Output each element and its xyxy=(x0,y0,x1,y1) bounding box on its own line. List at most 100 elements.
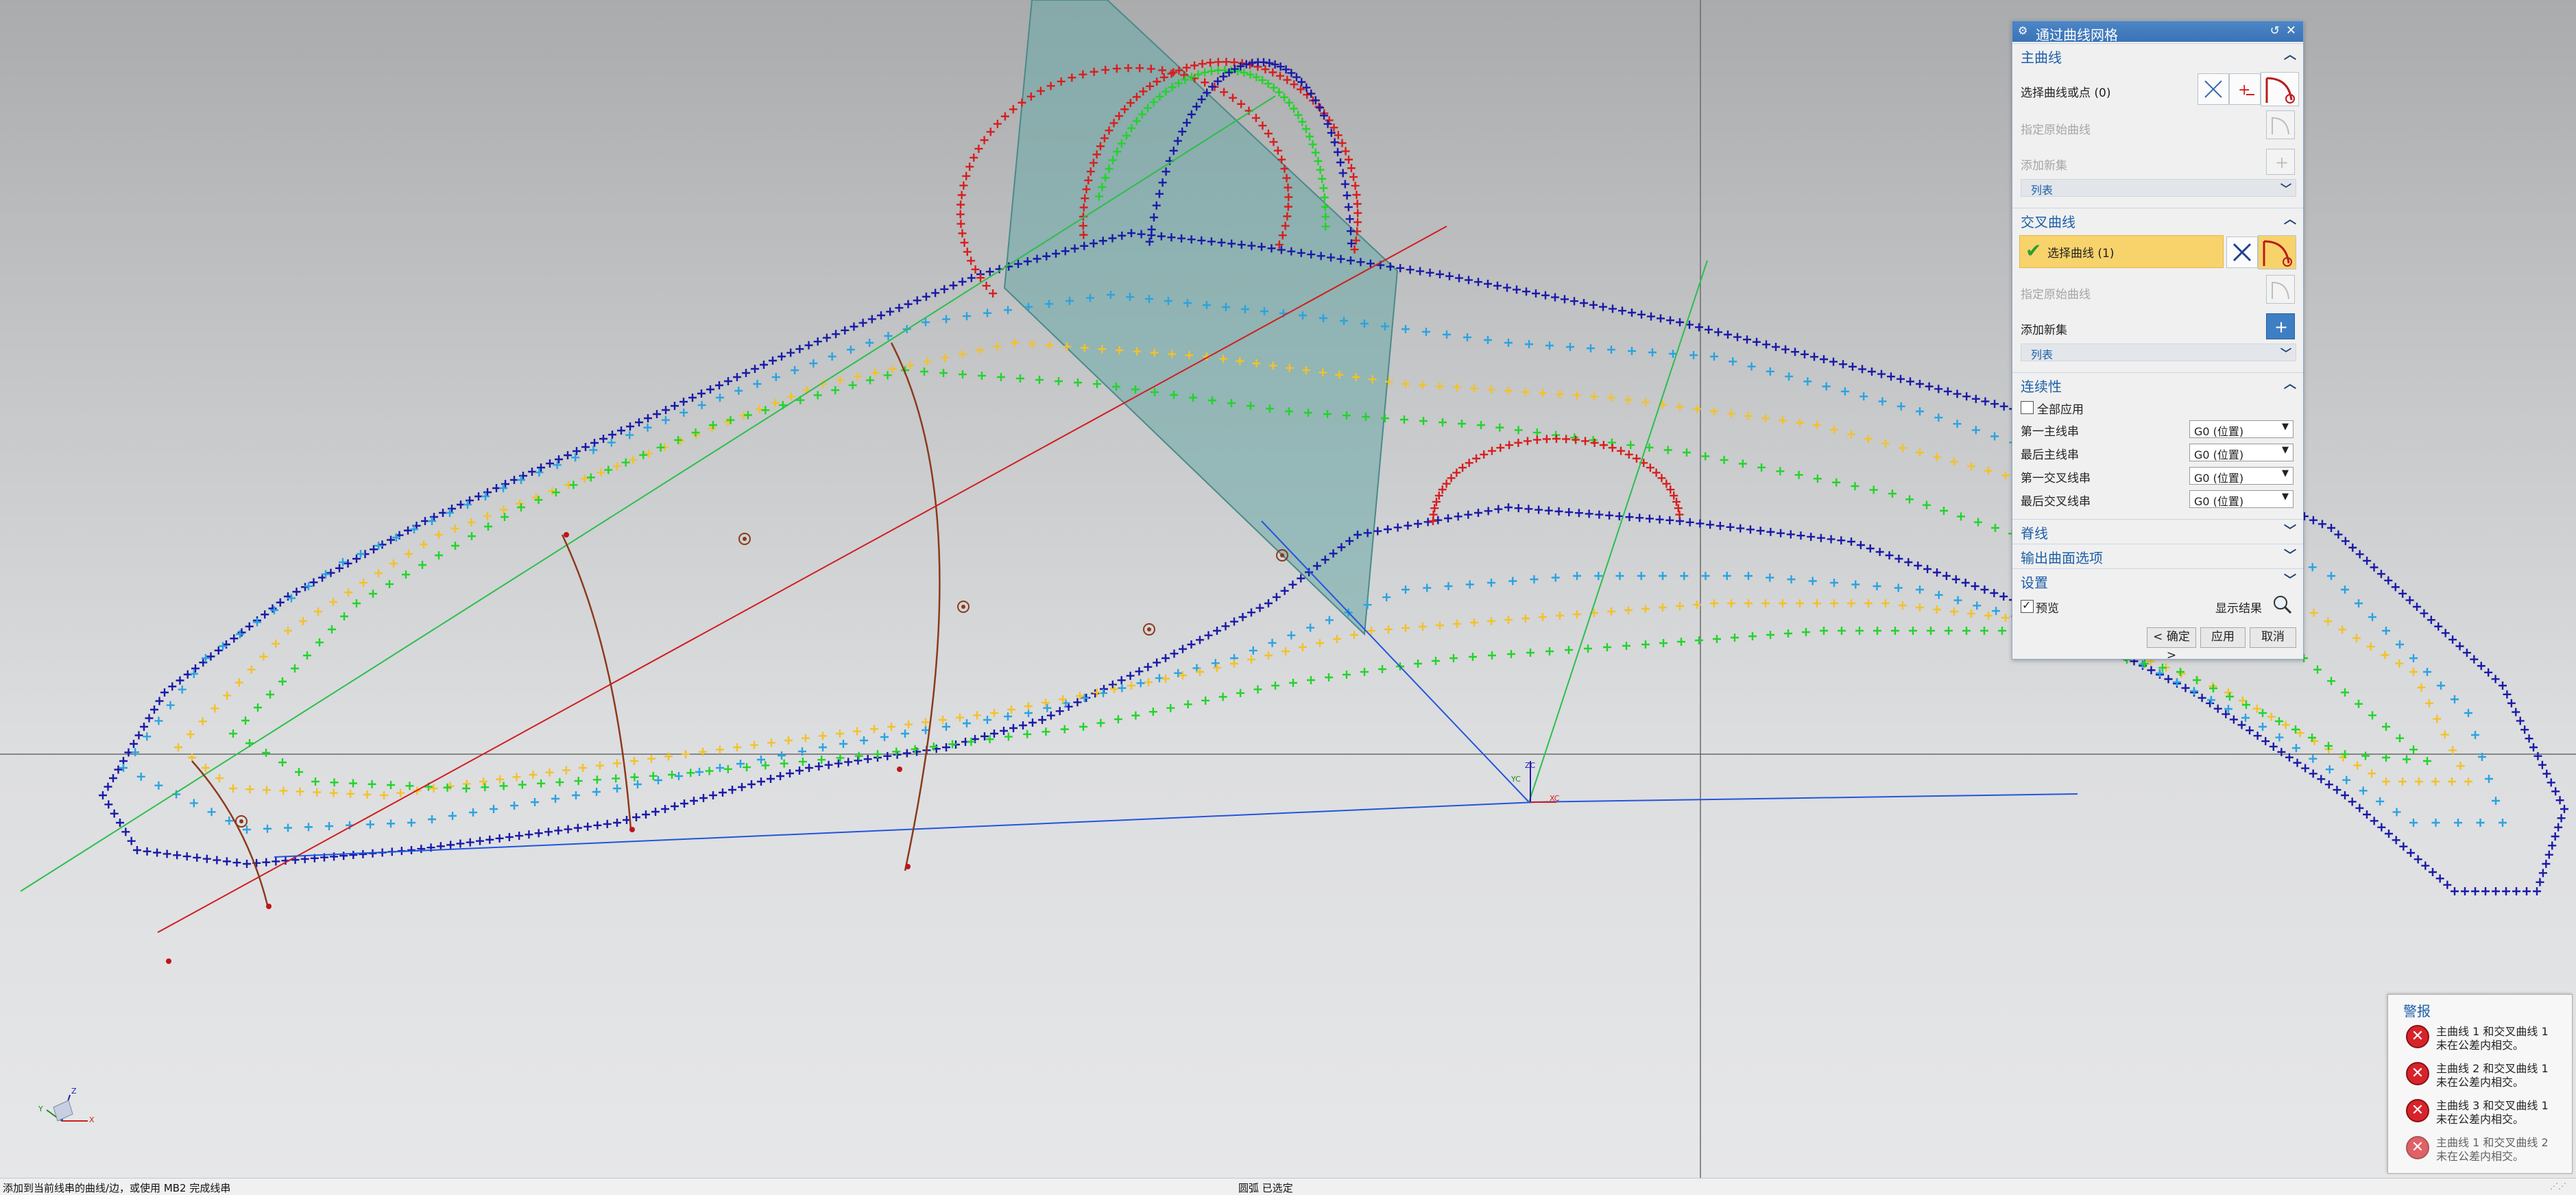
chevron-down-icon[interactable]: ﹀ xyxy=(2280,180,2291,196)
apply-all-checkbox[interactable] xyxy=(2021,401,2034,414)
alerts-title: 警报 xyxy=(2403,1003,2431,1019)
continuity-row-label: 最后交叉线串 xyxy=(2021,495,2091,509)
triad-z-label: Z xyxy=(71,1087,77,1096)
error-icon: ✕ xyxy=(2406,1025,2429,1048)
continuity-dropdown[interactable]: G0 (位置) ▼ xyxy=(2189,467,2294,485)
chevron-up-icon[interactable]: ︿ xyxy=(2284,210,2296,228)
error-icon: ✕ xyxy=(2406,1136,2429,1159)
specify-origin-curve-label: 指定原始曲线 xyxy=(2021,123,2091,137)
construction-line xyxy=(20,95,1276,892)
ok-button[interactable]: < 确定 > xyxy=(2147,627,2196,662)
apply-button[interactable]: 应用 xyxy=(2200,627,2246,648)
continuity-dropdown[interactable]: G0 (位置) ▼ xyxy=(2189,490,2294,508)
magnifier-icon[interactable] xyxy=(2270,593,2295,616)
alert-item[interactable]: ✕ 主曲线 1 和交叉曲线 2 未在公差内相交。 xyxy=(2388,1129,2572,1165)
cross-list-label: 列表 xyxy=(2031,348,2054,361)
construction-line xyxy=(1528,793,2078,803)
svg-text:+: + xyxy=(2274,317,2288,337)
through-curve-mesh-dialog[interactable]: ⚙ 通过曲线网格 ↺ ✕ 主曲线 ︿ 选择曲线或点 (0) + 指定原始曲线 添… xyxy=(2012,21,2304,662)
arc-center-dot xyxy=(743,537,747,541)
triad-x-label: X xyxy=(89,1115,95,1124)
dropdown-value: G0 (位置) xyxy=(2194,472,2244,485)
construction-line xyxy=(1528,260,1708,803)
preview-checkbox[interactable]: ✓ xyxy=(2021,599,2034,613)
continuity-dropdown[interactable]: G0 (位置) ▼ xyxy=(2189,444,2294,461)
curve-rule-icon[interactable] xyxy=(2198,73,2229,105)
dialog-titlebar[interactable]: ⚙ 通过曲线网格 ↺ ✕ xyxy=(2012,21,2303,43)
reset-icon[interactable]: ↺ xyxy=(2270,24,2280,38)
curve-endpoint xyxy=(897,767,902,772)
resize-grip-icon: ⋰⋰ xyxy=(2550,1181,2566,1191)
triad-axes xyxy=(46,1094,88,1122)
chevron-down-icon[interactable]: ﹀ xyxy=(2280,344,2291,361)
primary-list-label: 列表 xyxy=(2031,184,2054,197)
arc-center-dot xyxy=(1280,553,1284,557)
alert-line2: 未在公差内相交。 xyxy=(2436,1150,2525,1163)
specify-origin-icon xyxy=(2266,275,2295,304)
alert-item[interactable]: ✕ 主曲线 2 和交叉曲线 1 未在公差内相交。 xyxy=(2388,1055,2572,1091)
select-cross-curve-label: 选择曲线 (1) xyxy=(2047,247,2115,261)
chevron-down-icon[interactable]: ﹀ xyxy=(2284,521,2296,539)
arc-center-dot xyxy=(961,605,965,609)
arc-center-dot xyxy=(239,819,243,823)
gear-icon[interactable]: ⚙ xyxy=(2018,25,2029,36)
continuity-dropdown[interactable]: G0 (位置) ▼ xyxy=(2189,420,2294,438)
work-csys: ZC YC XC xyxy=(1508,754,1591,809)
construction-line xyxy=(1261,520,1530,803)
status-bar: 添加到当前线串的曲线/边，或使用 MB2 完成线串 圆弧 已选定 ⋰⋰ xyxy=(0,1178,2576,1195)
specify-origin-icon xyxy=(2266,110,2295,139)
close-icon[interactable]: ✕ xyxy=(2286,23,2296,38)
add-new-set-label[interactable]: 添加新集 xyxy=(2021,320,2067,337)
settings-label: 设置 xyxy=(2021,575,2048,591)
triad-y-label: Y xyxy=(38,1105,43,1113)
show-result-label[interactable]: 显示结果 xyxy=(2215,599,2262,616)
select-cross-curve-row[interactable]: ✔ 选择曲线 (1) xyxy=(2019,235,2224,268)
output-surface-options-header[interactable]: 输出曲面选项 ﹀ xyxy=(2012,544,2303,566)
alerts-panel[interactable]: 警报 ✕ 主曲线 1 和交叉曲线 1 未在公差内相交。 ✕ 主曲线 2 和交叉曲… xyxy=(2387,994,2573,1174)
cross-curves-header[interactable]: 交叉曲线 ︿ xyxy=(2012,208,2303,230)
caret-down-icon: ▼ xyxy=(2282,422,2289,432)
apply-all-label: 全部应用 xyxy=(2037,403,2084,417)
status-prompt: 添加到当前线串的曲线/边，或使用 MB2 完成线串 xyxy=(3,1182,231,1194)
add-new-set-icon[interactable]: + xyxy=(2266,313,2295,339)
chevron-down-icon[interactable]: ﹀ xyxy=(2284,570,2296,588)
caret-down-icon: ▼ xyxy=(2282,445,2289,455)
chevron-up-icon[interactable]: ︿ xyxy=(2284,374,2296,392)
caret-down-icon: ▼ xyxy=(2282,492,2289,502)
cancel-button[interactable]: 取消 xyxy=(2250,627,2296,648)
datum-plane xyxy=(1003,0,1399,636)
status-selection: 圆弧 已选定 xyxy=(1238,1182,1293,1194)
section-arc xyxy=(561,534,632,830)
dropdown-value: G0 (位置) xyxy=(2194,448,2244,461)
primary-curves-label: 主曲线 xyxy=(2021,49,2062,66)
orientation-triad: X Z Y xyxy=(33,1080,95,1128)
preview-label: 预览 xyxy=(2036,602,2059,616)
primary-list-bar[interactable]: 列表 ﹀ xyxy=(2021,179,2296,197)
select-curve-icon[interactable] xyxy=(2261,72,2299,106)
continuity-header[interactable]: 连续性 ︿ xyxy=(2012,372,2303,395)
section-arc xyxy=(890,342,941,871)
alert-item[interactable]: ✕ 主曲线 3 和交叉曲线 1 未在公差内相交。 xyxy=(2388,1092,2572,1128)
svg-text:+: + xyxy=(2238,82,2250,99)
csys-yc-label: YC xyxy=(1511,775,1521,784)
csys-xc-label: XC xyxy=(1550,794,1560,803)
settings-header[interactable]: 设置 ﹀ xyxy=(2012,568,2303,591)
continuity-row-label: 第一主线串 xyxy=(2021,425,2079,439)
curve-rule-icon[interactable] xyxy=(2226,237,2258,268)
checkmark-icon: ✔ xyxy=(2025,239,2042,262)
point-dialog-icon[interactable]: + xyxy=(2229,73,2261,105)
primary-curves-header[interactable]: 主曲线 ︿ xyxy=(2012,43,2303,66)
chevron-up-icon[interactable]: ︿ xyxy=(2284,45,2296,63)
continuity-row-label: 最后主线串 xyxy=(2021,448,2079,462)
caret-down-icon: ▼ xyxy=(2282,468,2289,479)
select-curve-icon[interactable] xyxy=(2258,235,2296,269)
alert-item[interactable]: ✕ 主曲线 1 和交叉曲线 1 未在公差内相交。 xyxy=(2388,1018,2572,1054)
select-curve-or-point-label[interactable]: 选择曲线或点 (0) xyxy=(2021,83,2110,100)
cross-list-bar[interactable]: 列表 ﹀ xyxy=(2021,343,2296,361)
curve-endpoint xyxy=(266,904,272,909)
curve-endpoint xyxy=(905,864,911,869)
chevron-down-icon[interactable]: ﹀ xyxy=(2284,546,2296,564)
spine-header[interactable]: 脊线 ﹀ xyxy=(2012,519,2303,542)
curve-endpoint xyxy=(564,532,569,538)
construction-line xyxy=(157,226,1447,933)
